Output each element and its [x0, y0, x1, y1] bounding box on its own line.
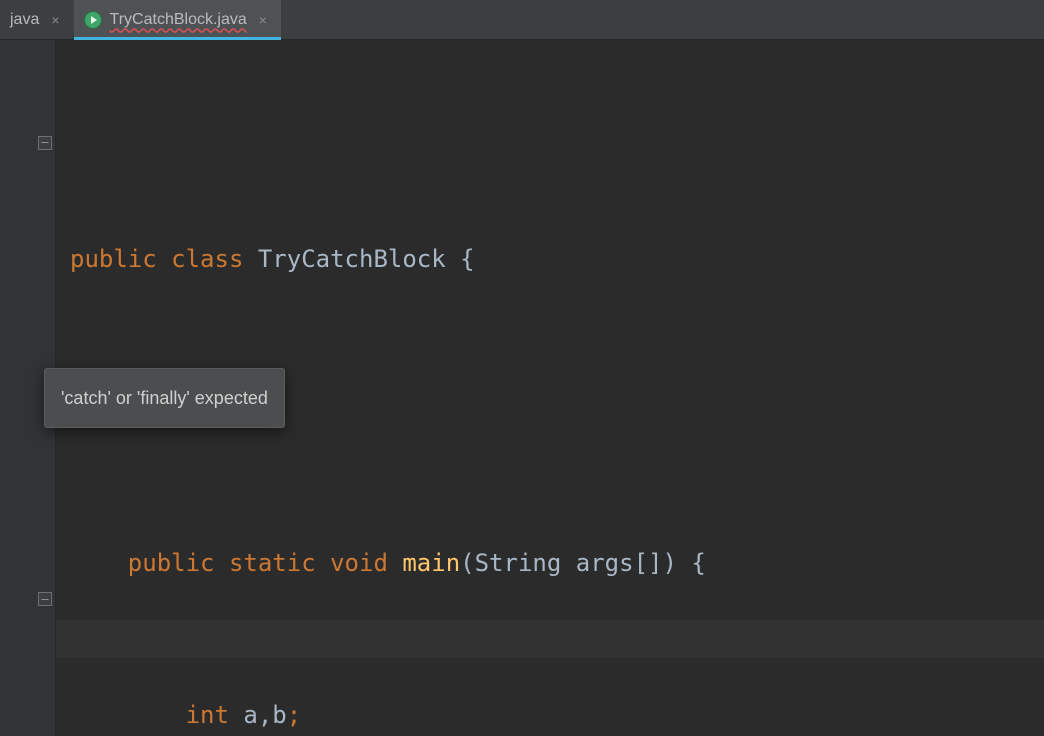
- code-editor[interactable]: public class TryCatchBlock { public stat…: [56, 40, 1044, 736]
- tab-label: TryCatchBlock.java: [110, 11, 247, 29]
- class-run-icon: [84, 11, 102, 29]
- caret-line-highlight: [56, 620, 1044, 658]
- tab-label: java: [10, 11, 39, 29]
- error-tooltip: 'catch' or 'finally' expected: [44, 368, 285, 428]
- tab-java[interactable]: java ×: [0, 0, 74, 39]
- fold-collapse-icon[interactable]: –: [38, 136, 52, 150]
- close-icon[interactable]: ×: [51, 12, 59, 28]
- code-line: int a,b;: [70, 696, 1044, 734]
- code-line: public class TryCatchBlock {: [70, 240, 1044, 278]
- tab-trycatchblock[interactable]: TryCatchBlock.java ×: [74, 0, 281, 39]
- code-line: public static void main(String args[]) {: [70, 544, 1044, 582]
- editor-area: – – public class TryCatchBlock { public …: [0, 40, 1044, 736]
- fold-expand-icon[interactable]: –: [38, 592, 52, 606]
- tooltip-text: 'catch' or 'finally' expected: [61, 388, 268, 408]
- close-icon[interactable]: ×: [259, 12, 267, 28]
- editor-tabbar: java × TryCatchBlock.java ×: [0, 0, 1044, 40]
